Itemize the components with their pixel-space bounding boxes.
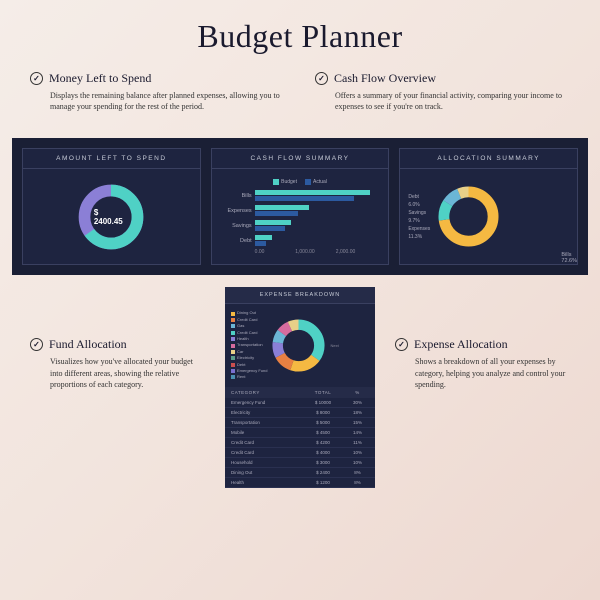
table-row: Credit Card$ 420011% [225,438,375,448]
feature-desc: Offers a summary of your financial activ… [315,90,570,112]
col-category: CATEGORY [231,390,300,395]
panel-amount-left: AMOUNT LEFT TO SPEND $ 2400.45 [22,148,201,265]
amount-left-value: $ 2400.45 [94,208,129,226]
col-total: TOTAL [300,390,346,395]
table-row: Emergency Fund$ 1000030% [225,398,375,408]
panel-allocation: ALLOCATION SUMMARY Debt6.0% Savings9.7% … [399,148,578,265]
table-row: Dining Out$ 24008% [225,468,375,478]
col-pct: % [346,390,369,395]
feature-title: Fund Allocation [49,337,127,352]
axis-tick: 2,000.00 [336,249,377,255]
allocation-donut [436,184,501,249]
check-icon [315,72,328,85]
feature-cashflow: Cash Flow Overview Offers a summary of y… [315,71,570,112]
amount-left-donut: $ 2400.45 [76,182,146,252]
feature-title: Money Left to Spend [49,71,151,86]
allocation-labels: Debt6.0% Savings9.7% Expenses11.3% [408,193,430,241]
table-row: Health$ 12008% [225,478,375,488]
feature-title: Expense Allocation [414,337,508,352]
axis-tick: 0.00 [255,249,296,255]
next-link[interactable]: Next [330,343,338,348]
breakdown-legend: Dining Out Credit Card Gas Credit Card H… [231,310,267,380]
bar-label: Expenses [224,208,252,214]
expense-breakdown-card: EXPENSE BREAKDOWN Dining Out Credit Card… [225,287,375,487]
check-icon [395,338,408,351]
feature-desc: Shows a breakdown of all your expenses b… [395,356,570,390]
bar-label: Bills [224,193,252,199]
feature-desc: Displays the remaining balance after pla… [30,90,285,112]
panel-header: ALLOCATION SUMMARY [400,149,577,169]
feature-expense-allocation: Expense Allocation Shows a breakdown of … [395,287,570,390]
legend-budget: Budget [281,179,297,185]
table-row: Mobile$ 450014% [225,428,375,438]
dashboard-row: AMOUNT LEFT TO SPEND $ 2400.45 CASH FLOW… [12,138,588,275]
feature-money-left: Money Left to Spend Displays the remaini… [30,71,285,112]
table-row: Transportation$ 500015% [225,418,375,428]
cashflow-chart: Budget Actual Bills Expenses Savings Deb… [220,177,381,257]
page-title: Budget Planner [0,0,600,63]
feature-title: Cash Flow Overview [334,71,436,86]
check-icon [30,72,43,85]
feature-fund-allocation: Fund Allocation Visualizes how you've al… [30,287,205,390]
feature-desc: Visualizes how you've allocated your bud… [30,356,205,390]
check-icon [30,338,43,351]
legend-actual: Actual [313,179,327,185]
breakdown-donut [271,318,326,373]
panel-header: AMOUNT LEFT TO SPEND [23,149,200,169]
breakdown-header: EXPENSE BREAKDOWN [225,287,375,304]
bar-label: Savings [224,223,252,229]
axis-tick: 1,000.00 [295,249,336,255]
table-row: Credit Card$ 400010% [225,448,375,458]
allocation-bills-label: Bills 72.6% [561,252,577,264]
bar-label: Debt [224,238,252,244]
table-row: Electricity$ 800018% [225,408,375,418]
panel-cashflow: CASH FLOW SUMMARY Budget Actual Bills Ex… [211,148,390,265]
table-row: Household$ 300010% [225,458,375,468]
breakdown-table: CATEGORY TOTAL % Emergency Fund$ 1000030… [225,387,375,488]
panel-header: CASH FLOW SUMMARY [212,149,389,169]
